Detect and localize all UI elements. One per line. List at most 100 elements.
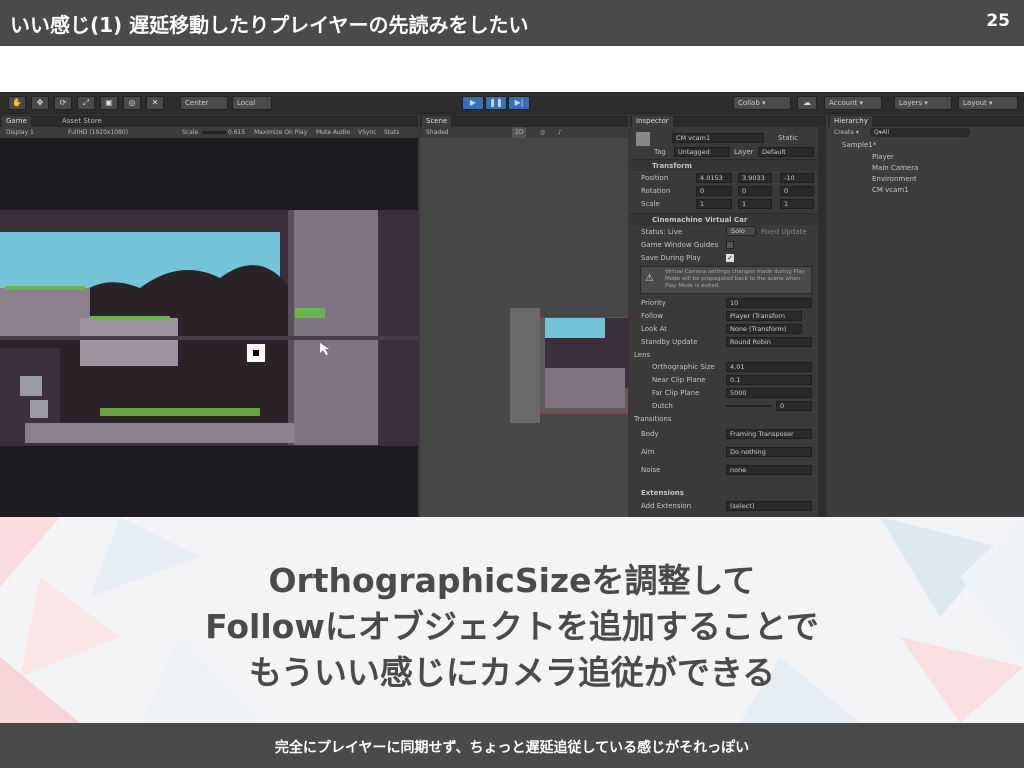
guides-label: Game Window Guides [641,241,719,249]
layout-dropdown[interactable]: Layout ▾ [958,96,1018,110]
hierarchy-item[interactable]: Main Camera [872,164,918,172]
hierarchy-item[interactable]: Environment [872,175,917,183]
rotation-y[interactable]: 0 [738,186,772,196]
rotate-tool-icon[interactable]: ⟳ [54,96,72,110]
lookat-field[interactable]: None (Transform) [726,324,802,334]
display-dropdown[interactable]: Display 1 [6,127,34,138]
stats-toggle[interactable]: Stats [384,127,399,138]
step-icon[interactable]: ▶| [508,96,530,110]
transitions-foldout[interactable]: Transitions [634,415,672,423]
audio-icon[interactable]: ♪ [558,127,562,138]
scale-row-label: Scale [641,200,660,208]
account-dropdown[interactable]: Account ▾ [824,96,882,110]
fixed-update-label: Fixed Update [761,228,807,236]
play-icon[interactable]: ▶ [462,96,484,110]
cinemachine-title: Cinemachine Virtual Car [652,216,748,224]
scale-slider[interactable] [202,131,226,134]
2d-toggle[interactable]: 2D [512,127,527,138]
hierarchy-panel: Sample1* Player Main Camera Environment … [828,138,1024,517]
transform-header[interactable]: Transform [630,159,825,171]
tab-hierarchy[interactable]: Hierarchy [830,116,872,127]
layers-dropdown[interactable]: Layers ▾ [894,96,952,110]
transform-tool-icon[interactable]: ◎ [123,96,141,110]
tag-dropdown[interactable]: Untagged [674,147,730,157]
status-label: Status: Live [641,228,683,236]
scale-y[interactable]: 1 [738,199,772,209]
tag-label: Tag [654,148,666,156]
footer-text: 完全にプレイヤーに同期せず、ちょっと遅延追従している感じがそれっぽい [274,740,750,756]
pivot-center-button[interactable]: Center [180,96,228,110]
guides-checkbox[interactable] [726,241,734,249]
pivot-local-button[interactable]: Local [232,96,272,110]
layer-dropdown[interactable]: Default [758,147,814,157]
aim-label: Aim [641,448,655,456]
hierarchy-item[interactable]: Player [872,153,894,161]
rotation-z[interactable]: 0 [780,186,814,196]
far-field[interactable]: 5000 [726,388,812,398]
mute-audio-toggle[interactable]: Mute Audio [316,127,350,138]
dutch-slider[interactable] [726,405,772,407]
scene-viewport [420,138,629,517]
slide-caption: OrthographicSizeを調整して Followにオブジェクトを追加する… [0,558,1024,696]
shading-dropdown[interactable]: Shaded [426,127,449,138]
scene-item[interactable]: Sample1* [842,141,876,149]
unity-toolbar: ✋ ✥ ⟳ ⤢ ▣ ◎ ✕ Center Local ▶ ❚❚ ▶| Colla… [0,92,1024,114]
scene-controlbar: Shaded 2D ◎ ♪ [420,127,628,138]
rect-tool-icon[interactable]: ▣ [100,96,118,110]
ortho-field[interactable]: 4.01 [726,362,812,372]
far-label: Far Clip Plane [652,389,700,397]
create-dropdown[interactable]: Create ▾ [834,127,859,138]
add-extension-dropdown[interactable]: (select) [726,501,812,511]
maximize-on-play-toggle[interactable]: Maximize On Play [254,127,307,138]
pause-icon[interactable]: ❚❚ [485,96,507,110]
solo-button[interactable]: Solo [726,226,756,236]
cinemachine-header[interactable]: Cinemachine Virtual Car [630,213,825,225]
noise-dropdown[interactable]: none [726,465,812,475]
scale-z[interactable]: 1 [780,199,814,209]
tab-game[interactable]: Game [2,116,31,127]
noise-label: Noise [641,466,661,474]
hand-tool-icon[interactable]: ✋ [8,96,26,110]
inspector-panel: CM vcam1 Static Tag Untagged Layer Defau… [630,127,826,517]
hierarchy-controlbar: Create ▾ Q▾All [828,127,1024,138]
dutch-label: Dutch [652,402,673,410]
object-name-field[interactable]: CM vcam1 [672,133,764,143]
follow-field[interactable]: Player (Transforn [726,311,802,321]
body-dropdown[interactable]: Framing Transposer [726,429,812,439]
near-field[interactable]: 0.1 [726,375,812,385]
hierarchy-search[interactable]: Q▾All [870,128,970,137]
dutch-field[interactable]: 0 [776,401,812,411]
scale-x[interactable]: 1 [696,199,732,209]
move-tool-icon[interactable]: ✥ [31,96,49,110]
collab-button[interactable]: Collab ▾ [733,96,791,110]
priority-field[interactable]: 10 [726,298,812,308]
inspector-scrollbar[interactable] [818,127,826,517]
position-label: Position [641,174,669,182]
standby-dropdown[interactable]: Round Robin [726,337,812,347]
scale-tool-icon[interactable]: ⤢ [77,96,95,110]
rotation-x[interactable]: 0 [696,186,732,196]
static-checkbox[interactable]: Static [778,134,798,142]
resolution-dropdown[interactable]: FullHD (1920x1080) [68,127,128,138]
position-z[interactable]: -10 [780,173,814,183]
caption-line: OrthographicSizeを調整して [268,561,756,600]
game-tabbar: Game Asset Store [0,115,418,127]
caption-line: もういい感じにカメラ追従ができる [248,653,776,692]
custom-tool-icon[interactable]: ✕ [146,96,164,110]
lens-foldout[interactable]: Lens [634,351,650,359]
hierarchy-tabbar: Hierarchy [828,115,1024,127]
tab-asset-store[interactable]: Asset Store [58,116,106,127]
position-y[interactable]: 3.9033 [738,173,772,183]
aim-dropdown[interactable]: Do nothing [726,447,812,457]
tab-scene[interactable]: Scene [422,116,452,127]
vsync-toggle[interactable]: VSync [358,127,377,138]
save-checkbox[interactable]: ✓ [726,254,734,262]
cloud-icon[interactable]: ☁ [797,96,817,110]
tab-inspector[interactable]: Inspector [632,116,673,127]
caption-line: Followにオブジェクトを追加することで [205,607,819,646]
position-x[interactable]: 4.0153 [696,173,732,183]
hierarchy-item[interactable]: CM vcam1 [872,186,909,194]
info-icon: ⚠ [645,273,654,284]
lighting-icon[interactable]: ◎ [540,127,545,138]
transform-title: Transform [652,162,692,170]
